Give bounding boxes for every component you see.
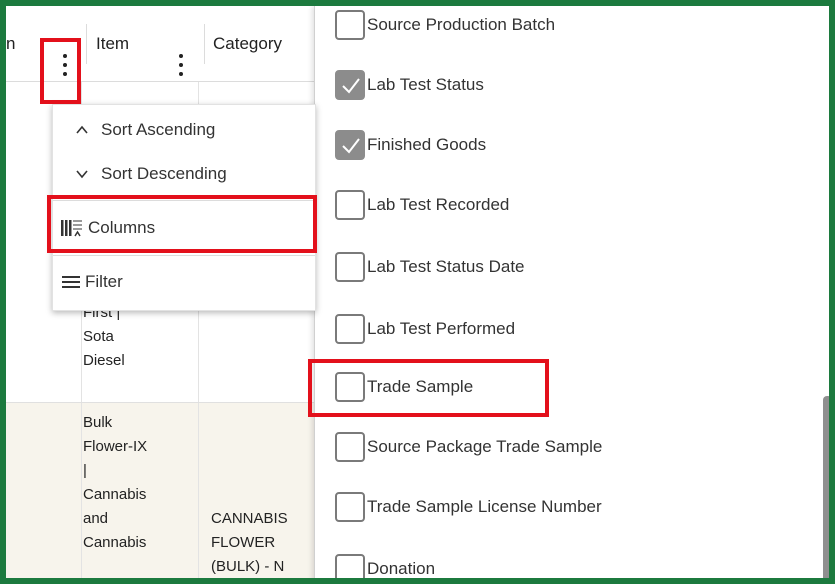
sort-descending-label: Sort Descending [101, 164, 227, 183]
partial-column-header[interactable]: n [6, 6, 36, 81]
column-option-label: Finished Goods [367, 135, 487, 154]
checkbox[interactable] [335, 432, 365, 462]
column-option-label: Trade Sample [367, 377, 474, 396]
column-separator [204, 24, 205, 64]
checkmark-icon [342, 138, 360, 154]
item-cell: Bulk Flower-IX | Cannabis and Cannabis [83, 414, 148, 551]
column-option-trade-sample-license-number[interactable]: Trade Sample License Number [335, 492, 602, 522]
column-option-label: Lab Test Performed [367, 319, 516, 338]
columns-item[interactable]: Columns [53, 203, 315, 253]
column-separator [86, 24, 87, 64]
column-option-lab-test-status[interactable]: Lab Test Status [335, 70, 484, 100]
column-option-label: Lab Test Recorded [367, 195, 510, 214]
item-column-menu-icon[interactable] [176, 54, 186, 76]
partial-column-label: n [6, 33, 16, 53]
cell-border [81, 403, 82, 578]
checkbox[interactable] [335, 492, 365, 522]
column-option-label: Source Production Batch [367, 15, 556, 34]
column-option-trade-sample[interactable]: Trade Sample [335, 372, 473, 402]
menu-divider [53, 200, 315, 201]
sort-descending-item[interactable]: Sort Descending [53, 149, 315, 199]
checkbox[interactable] [335, 314, 365, 344]
columns-panel: Source Production Batch Lab Test Status … [314, 6, 829, 578]
screenshot-frame: n Item Category First | Sota Diesel Bulk… [0, 0, 835, 584]
column-option-source-package-trade-sample[interactable]: Source Package Trade Sample [335, 432, 602, 462]
column-option-label: Lab Test Status Date [367, 257, 525, 276]
chevron-up-icon [76, 125, 88, 134]
column-option-source-production-batch[interactable]: Source Production Batch [335, 10, 555, 40]
column-option-lab-test-performed[interactable]: Lab Test Performed [335, 314, 515, 344]
category-column-label: Category [213, 33, 282, 53]
column-menu: Sort Ascending Sort Descending Columns F… [52, 104, 316, 311]
column-option-label: Trade Sample License Number [367, 497, 602, 516]
table-row[interactable]: Bulk Flower-IX | Cannabis and Cannabis C… [6, 402, 316, 578]
item-column-label: Item [96, 33, 130, 53]
checkmark-icon [342, 78, 360, 94]
item-cell: First | Sota Diesel [83, 304, 125, 369]
column-option-lab-test-recorded[interactable]: Lab Test Recorded [335, 190, 509, 220]
column-option-finished-goods[interactable]: Finished Goods [335, 130, 486, 160]
column-option-label: Lab Test Status [367, 75, 484, 94]
columns-label: Columns [88, 218, 156, 237]
category-column-header[interactable]: Category [213, 6, 313, 81]
checkbox[interactable] [335, 554, 365, 578]
checkbox[interactable] [335, 190, 365, 220]
panel-scrollbar[interactable] [823, 396, 829, 578]
checkbox[interactable] [335, 10, 365, 40]
column-option-label: Source Package Trade Sample [367, 437, 603, 456]
chevron-down-icon [76, 170, 88, 179]
cell-border [198, 403, 199, 578]
sort-ascending-label: Sort Ascending [101, 120, 216, 139]
sort-ascending-item[interactable]: Sort Ascending [53, 105, 315, 155]
item-column-header[interactable]: Item [96, 6, 166, 81]
column-option-lab-test-status-date[interactable]: Lab Test Status Date [335, 252, 525, 282]
filter-icon [62, 276, 80, 288]
table-header: n Item Category [6, 6, 316, 82]
filter-item[interactable]: Filter [53, 257, 315, 307]
menu-divider [53, 255, 315, 256]
column-option-donation[interactable]: Donation [335, 554, 436, 578]
checkbox[interactable] [335, 252, 365, 282]
category-cell: CANNABIS FLOWER (BULK) - N [211, 510, 288, 575]
checkbox[interactable] [335, 372, 365, 402]
checkbox-checked[interactable] [335, 130, 365, 160]
columns-icon [61, 220, 82, 237]
filter-label: Filter [85, 272, 123, 291]
checkbox-checked[interactable] [335, 70, 365, 100]
column-option-label: Donation [367, 559, 436, 578]
column-menu-icon[interactable] [60, 54, 70, 76]
